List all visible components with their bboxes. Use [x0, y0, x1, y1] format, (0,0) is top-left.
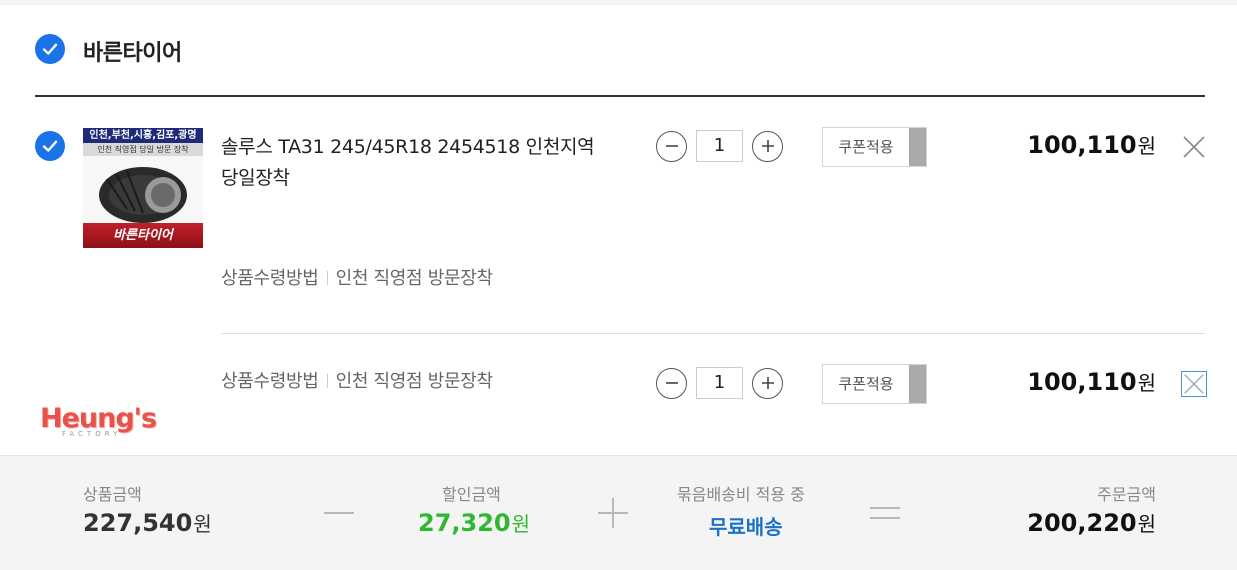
discount-value: 27,320원	[418, 508, 530, 537]
order-total-label: 주문금액	[1097, 485, 1156, 504]
product-total-value: 227,540원	[83, 508, 212, 537]
check-icon	[42, 43, 58, 55]
currency-unit: 원	[1137, 512, 1156, 536]
apply-coupon-button[interactable]: 쿠폰적용	[822, 127, 927, 167]
thumbnail-brand-badge: 바른타이어	[83, 223, 203, 248]
watermark-logo: Heung's FACTORY	[40, 403, 157, 455]
quantity-increase-button[interactable]	[752, 130, 783, 162]
amount: 200,220	[1027, 509, 1137, 537]
tire-image	[99, 167, 187, 223]
item-select-checkbox[interactable]	[35, 131, 65, 161]
thumbnail-banner-regions: 인천,부천,시흥,김포,광명	[83, 128, 203, 143]
coupon-label: 쿠폰적용	[838, 375, 894, 393]
store-select-checkbox[interactable]	[35, 34, 65, 64]
plus-icon	[761, 377, 774, 389]
cart-card: 바른타이어 인천,부천,시흥,김포,광명 인천 직영점 당일 방문 장착 바른타…	[0, 5, 1237, 455]
quantity-decrease-button[interactable]	[656, 130, 687, 162]
quantity-decrease-button[interactable]	[656, 367, 687, 399]
coupon-bar	[909, 365, 926, 403]
quantity-stepper: 1	[656, 130, 783, 162]
delivery-option: 상품수령방법 인천 직영점 방문장착	[221, 367, 493, 393]
shipping-value: 무료배송	[709, 515, 783, 539]
delivery-option: 상품수령방법 인천 직영점 방문장착	[221, 264, 493, 290]
apply-coupon-button[interactable]: 쿠폰적용	[822, 364, 927, 404]
quantity-stepper: 1	[656, 367, 783, 399]
divider	[221, 333, 1205, 334]
discount-label: 할인금액	[442, 485, 501, 504]
minus-icon	[665, 382, 678, 384]
currency-unit: 원	[1137, 371, 1156, 395]
check-icon	[42, 140, 58, 152]
currency-unit: 원	[511, 512, 531, 536]
product-thumbnail[interactable]: 인천,부천,시흥,김포,광명 인천 직영점 당일 방문 장착 바른타이어	[83, 128, 203, 248]
minus-operator-icon	[324, 512, 354, 514]
option-value: 인천 직영점 방문장착	[335, 371, 493, 392]
price-value: 100,110	[1027, 368, 1137, 396]
coupon-label: 쿠폰적용	[838, 138, 894, 156]
equals-operator-icon	[870, 507, 900, 519]
quantity-increase-button[interactable]	[752, 367, 783, 399]
plus-operator-icon	[598, 498, 628, 528]
option-label: 상품수령방법	[221, 268, 319, 289]
order-summary: 상품금액 227,540원 할인금액 27,320원 묶음배송비 적용 중 무료…	[0, 455, 1237, 570]
minus-icon	[665, 145, 678, 147]
plus-icon	[761, 140, 774, 152]
divider	[35, 95, 1205, 97]
item-price: 100,110원	[1027, 367, 1156, 396]
thumbnail-banner-service: 인천 직영점 당일 방문 장착	[83, 143, 203, 156]
quantity-input[interactable]: 1	[696, 130, 743, 162]
amount: 27,320	[418, 509, 511, 537]
coupon-bar	[909, 128, 926, 166]
shipping-label: 묶음배송비 적용 중	[677, 485, 805, 504]
option-label: 상품수령방법	[221, 371, 319, 392]
price-value: 100,110	[1027, 131, 1137, 159]
store-title: 바른타이어	[83, 41, 182, 66]
product-name-link[interactable]: 솔루스 TA31 245/45R18 2454518 인천지역 당일장착	[221, 132, 611, 194]
amount: 227,540	[83, 509, 193, 537]
close-icon[interactable]	[1181, 371, 1207, 397]
option-separator	[326, 271, 328, 285]
item-price: 100,110원	[1027, 130, 1156, 159]
option-value: 인천 직영점 방문장착	[335, 268, 493, 289]
currency-unit: 원	[1137, 134, 1156, 158]
quantity-input[interactable]: 1	[696, 367, 743, 399]
product-total-label: 상품금액	[83, 485, 142, 504]
option-separator	[326, 374, 328, 388]
currency-unit: 원	[193, 512, 212, 536]
order-total-value: 200,220원	[1027, 508, 1156, 537]
close-icon[interactable]	[1181, 134, 1207, 160]
